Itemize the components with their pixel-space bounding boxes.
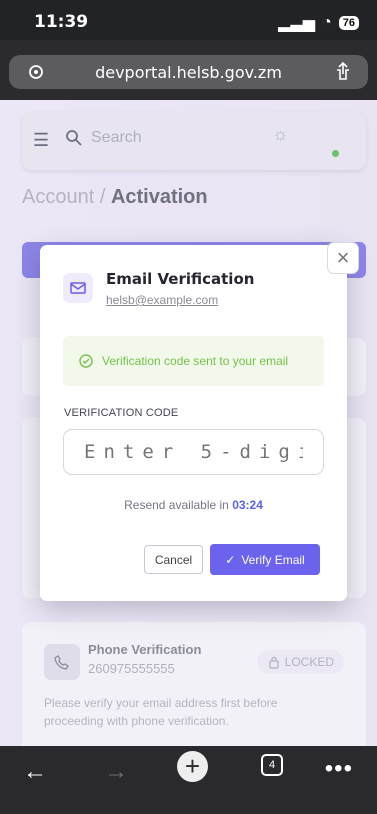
verification-email: helsb@example.com <box>106 293 219 307</box>
browser-address-bar[interactable]: devportal.helsb.gov.zm <box>9 55 368 89</box>
mail-icon <box>63 273 93 303</box>
mail-svg <box>70 282 86 294</box>
more-icon[interactable]: ••• <box>325 755 353 783</box>
browser-toolbar: ← → + 4 ••• <box>0 746 377 814</box>
status-icons: ▂▃▅ ◔ 76 <box>278 13 359 33</box>
phone-status-bar: 11:39 ▂▃▅ ◔ 76 <box>0 0 377 40</box>
share-icon[interactable] <box>334 61 352 86</box>
share-svg <box>337 61 349 80</box>
signal-icon: ▂▃▅ <box>278 15 316 32</box>
search-icon <box>66 130 82 146</box>
plus-icon[interactable]: + <box>177 751 208 782</box>
resend-timer: Resend available in 03:24 <box>40 498 347 512</box>
search-placeholder: Search <box>91 129 142 146</box>
locked-label: LOCKED <box>284 655 334 669</box>
success-alert: Verification code sent to your email <box>63 336 324 386</box>
back-icon[interactable]: ← <box>23 758 47 786</box>
locked-badge: LOCKED <box>256 650 344 674</box>
breadcrumb-current: Activation <box>110 186 208 208</box>
page-url[interactable]: devportal.helsb.gov.zm <box>9 63 368 82</box>
sun-icon[interactable]: ☼ <box>272 124 289 145</box>
menu-icon[interactable]: ☰ <box>33 130 49 151</box>
battery-level: 76 <box>338 16 359 30</box>
forward-icon[interactable]: → <box>104 758 128 786</box>
phone-verification-card: Phone Verification 260975555555 LOCKED P… <box>22 622 366 746</box>
verification-code-label: VERIFICATION CODE <box>64 407 179 419</box>
wifi-icon: ◔ <box>322 14 332 31</box>
verify-email-button[interactable]: ✓ Verify Email <box>210 544 320 575</box>
breadcrumb: Account / Activation <box>22 186 208 209</box>
phone-icon <box>44 644 80 680</box>
close-icon[interactable]: × <box>327 242 359 274</box>
verification-code-input[interactable] <box>63 429 324 475</box>
resend-prefix: Resend available in <box>124 498 233 512</box>
lock-icon <box>269 656 279 669</box>
check-icon: ✓ <box>225 552 236 567</box>
email-verification-modal: Email Verification helsb@example.com Ver… <box>40 245 347 601</box>
phone-svg <box>54 655 69 670</box>
success-message: Verification code sent to your email <box>102 354 289 368</box>
breadcrumb-prefix: Account / <box>22 186 111 208</box>
web-content: ☰ Search ☼ Account / Activation Phone Ve… <box>0 100 377 746</box>
phone-title: Phone Verification <box>88 642 202 657</box>
verify-label: Verify Email <box>241 552 305 567</box>
resend-time: 03:24 <box>232 498 263 512</box>
check-circle-icon <box>79 354 93 368</box>
tabs-icon[interactable]: 4 <box>261 754 283 776</box>
cancel-button[interactable]: Cancel <box>144 545 203 574</box>
phone-number: 260975555555 <box>88 661 175 676</box>
search-box[interactable]: Search <box>65 129 142 147</box>
modal-title: Email Verification <box>106 270 255 288</box>
phone-note: Please verify your email address first b… <box>44 696 278 728</box>
online-indicator <box>332 150 339 157</box>
status-time: 11:39 <box>34 12 89 32</box>
